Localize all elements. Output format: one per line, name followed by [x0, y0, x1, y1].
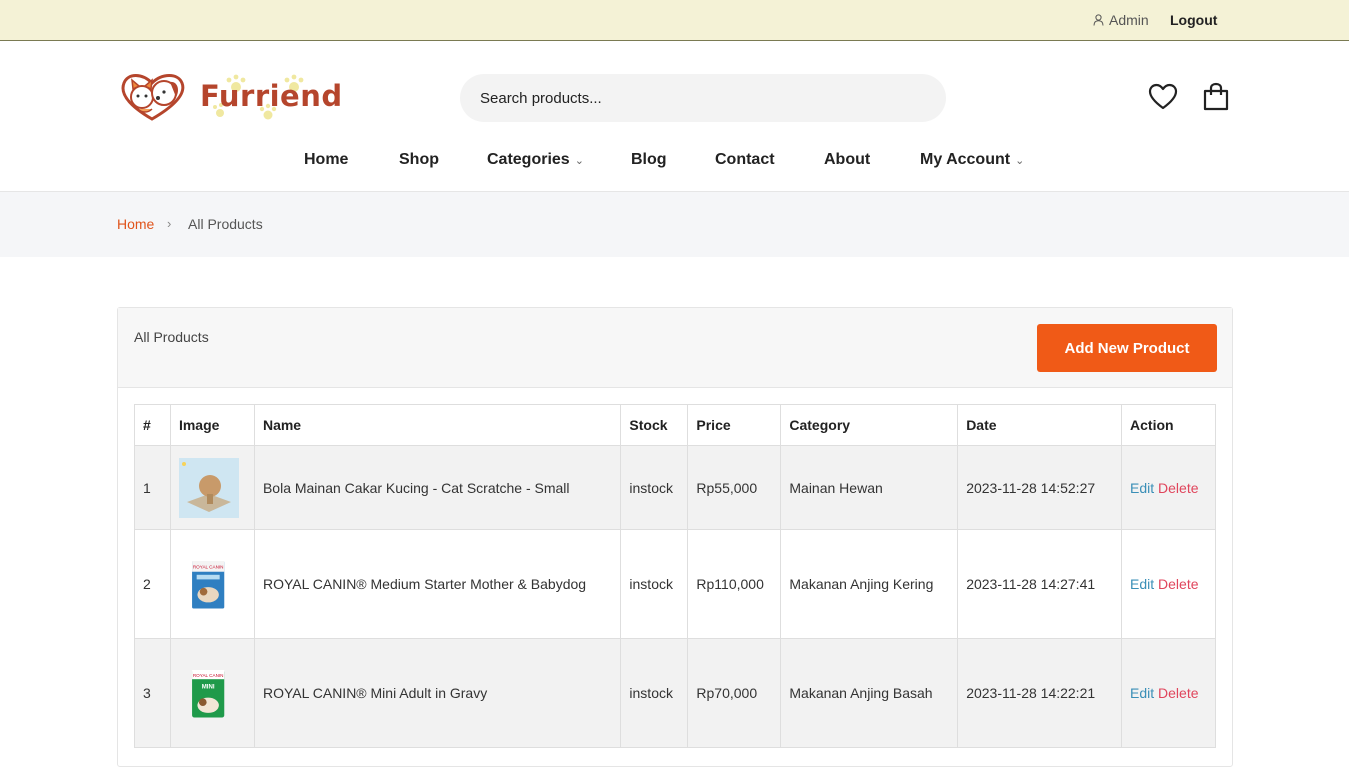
- product-image-cell: ROYAL CANIN MINI: [169, 638, 255, 748]
- column-header: Action: [1121, 404, 1216, 446]
- row-number: 2: [134, 529, 171, 639]
- nav-my-account[interactable]: My Account ⌄: [920, 151, 1024, 169]
- add-new-product-button[interactable]: Add New Product: [1037, 324, 1217, 372]
- chevron-down-icon: ⌄: [574, 155, 584, 167]
- product-name[interactable]: ROYAL CANIN® Medium Starter Mother & Bab…: [253, 529, 622, 639]
- user-name: Admin: [1109, 12, 1149, 28]
- product-category: Mainan Hewan: [780, 445, 959, 530]
- column-header: Price: [687, 404, 782, 446]
- product-image: ROYAL CANIN MINI: [192, 670, 225, 718]
- row-actions: Edit Delete: [1121, 445, 1216, 530]
- column-header: #: [134, 404, 171, 446]
- product-date: 2023-11-28 14:27:41: [957, 529, 1123, 639]
- product-name[interactable]: Bola Mainan Cakar Kucing - Cat Scratche …: [253, 445, 622, 530]
- chevron-down-icon: ⌄: [1015, 155, 1025, 167]
- svg-text:MINI: MINI: [202, 683, 215, 690]
- nav-categories-label: Categories: [487, 151, 570, 168]
- heart-icon[interactable]: [1148, 83, 1178, 111]
- table-row: 1 Bola Mainan Cakar Kucing - Cat Scratch…: [134, 445, 1216, 530]
- product-image-cell: ROYAL CANIN: [169, 529, 255, 639]
- edit-link[interactable]: Edit: [1130, 480, 1154, 496]
- column-header: Name: [253, 404, 622, 446]
- row-actions: Edit Delete: [1121, 638, 1216, 748]
- product-category: Makanan Anjing Basah: [780, 638, 959, 748]
- nav-my-account-label: My Account: [920, 151, 1011, 168]
- products-table: # Image Name Stock Price Category Date A…: [134, 404, 1216, 748]
- breadcrumb: Home › All Products: [0, 192, 1349, 257]
- user-icon: [1093, 14, 1104, 26]
- product-stock: instock: [620, 529, 689, 639]
- edit-link[interactable]: Edit: [1130, 576, 1154, 592]
- brand-name: Furriend: [200, 79, 343, 113]
- panel-title: All Products: [134, 329, 209, 345]
- main-nav: Home Shop Categories ⌄ Blog Contact About…: [0, 148, 1349, 174]
- product-image-cell: [169, 445, 255, 530]
- column-header: Stock: [620, 404, 689, 446]
- nav-home[interactable]: Home: [304, 151, 348, 169]
- product-price: Rp110,000: [687, 529, 782, 639]
- table-header-row: # Image Name Stock Price Category Date A…: [134, 404, 1216, 446]
- product-name[interactable]: ROYAL CANIN® Mini Adult in Gravy: [253, 638, 622, 748]
- product-stock: instock: [620, 638, 689, 748]
- panel-header: All Products Add New Product: [118, 308, 1232, 388]
- site-header: Furriend Search products... Home Shop Ca…: [0, 41, 1349, 192]
- top-bar: Admin Logout: [0, 0, 1349, 41]
- bag-icon[interactable]: [1201, 82, 1231, 112]
- table-row: 2 ROYAL CANIN ROYAL CANIN® Medium Starte…: [134, 529, 1216, 639]
- breadcrumb-home[interactable]: Home: [117, 216, 154, 232]
- product-price: Rp55,000: [687, 445, 782, 530]
- nav-shop[interactable]: Shop: [399, 151, 439, 169]
- breadcrumb-separator: ›: [167, 216, 172, 231]
- svg-text:ROYAL CANIN: ROYAL CANIN: [193, 673, 224, 678]
- delete-link[interactable]: Delete: [1158, 480, 1198, 496]
- row-actions: Edit Delete: [1121, 529, 1216, 639]
- table-row: 3 ROYAL CANIN MINI ROYAL CANIN® Mini Adu…: [134, 638, 1216, 748]
- breadcrumb-current: All Products: [188, 216, 263, 232]
- row-number: 3: [134, 638, 171, 748]
- product-date: 2023-11-28 14:22:21: [957, 638, 1123, 748]
- brand-logo[interactable]: Furriend: [118, 69, 342, 125]
- nav-about[interactable]: About: [824, 151, 870, 169]
- product-price: Rp70,000: [687, 638, 782, 748]
- product-category: Makanan Anjing Kering: [780, 529, 959, 639]
- product-date: 2023-11-28 14:52:27: [957, 445, 1123, 530]
- nav-categories[interactable]: Categories ⌄: [487, 151, 584, 169]
- logout-link[interactable]: Logout: [1170, 12, 1217, 28]
- column-header: Category: [780, 404, 959, 446]
- product-image: ROYAL CANIN: [192, 561, 225, 609]
- search-input[interactable]: Search products...: [460, 74, 946, 122]
- product-stock: instock: [620, 445, 689, 530]
- product-image: [178, 457, 239, 518]
- delete-link[interactable]: Delete: [1158, 685, 1198, 701]
- column-header: Date: [957, 404, 1123, 446]
- svg-text:ROYAL CANIN: ROYAL CANIN: [193, 565, 224, 570]
- column-header: Image: [169, 404, 255, 446]
- delete-link[interactable]: Delete: [1158, 576, 1198, 592]
- nav-blog[interactable]: Blog: [631, 151, 667, 169]
- edit-link[interactable]: Edit: [1130, 685, 1154, 701]
- user-menu[interactable]: Admin: [1093, 12, 1149, 28]
- nav-contact[interactable]: Contact: [715, 151, 775, 169]
- row-number: 1: [134, 445, 171, 530]
